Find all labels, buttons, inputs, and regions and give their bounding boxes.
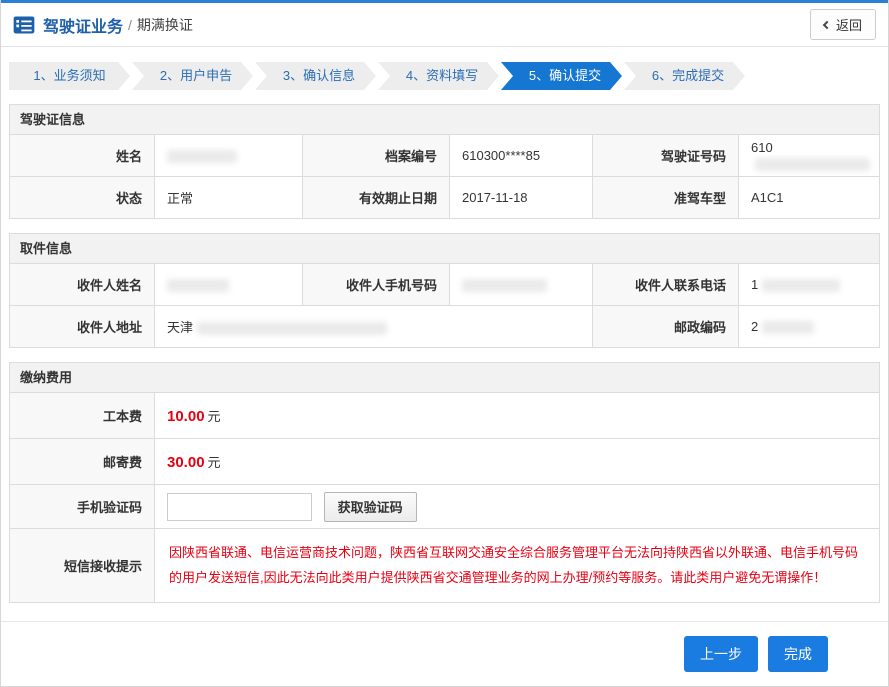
production-fee-amount: 10.00 <box>167 408 205 425</box>
section-license-info: 驾驶证信息 姓名 档案编号 610300****85 驾驶证号码 610 状态 … <box>9 104 880 219</box>
sms-notice-text: 因陕西省联通、电信运营商技术问题，陕西省互联网交通安全综合服务管理平台无法向持陕… <box>155 529 879 602</box>
back-button-label: 返回 <box>836 15 862 34</box>
table-row: 状态 正常 有效期止日期 2017-11-18 准驾车型 A1C1 <box>10 177 880 219</box>
section-pickup-info: 取件信息 收件人姓名 收件人手机号码 收件人联系电话 1 收件人地址 天津 邮政… <box>9 233 880 348</box>
recipient-phone-prefix: 1 <box>751 277 758 292</box>
expiry-label: 有效期止日期 <box>303 177 450 219</box>
expiry-value: 2017-11-18 <box>450 177 593 219</box>
step-6-complete-submit: 6、完成提交 <box>624 62 745 90</box>
get-code-button[interactable]: 获取验证码 <box>324 492 417 522</box>
postal-code-label: 邮政编码 <box>593 306 739 348</box>
step-3-confirm-info: 3、确认信息 <box>255 62 376 90</box>
step-4-fill-data: 4、资料填写 <box>378 62 499 90</box>
sms-notice-label: 短信接收提示 <box>10 529 155 603</box>
recipient-phone-value: 1 <box>739 264 880 306</box>
recipient-phone-label: 收件人联系电话 <box>593 264 739 306</box>
back-button[interactable]: 返回 <box>810 9 876 40</box>
vehicle-class-label: 准驾车型 <box>593 177 739 219</box>
table-row: 姓名 档案编号 610300****85 驾驶证号码 610 <box>10 135 880 177</box>
fees-title: 缴纳费用 <box>9 362 880 392</box>
mailing-fee-amount: 30.00 <box>167 454 205 471</box>
recipient-mobile-label: 收件人手机号码 <box>303 264 450 306</box>
postal-code-value: 2 <box>739 306 880 348</box>
production-fee-label: 工本费 <box>10 393 155 439</box>
page: 驾驶证业务 / 期满换证 返回 1、业务须知 2、用户申告 3、确认信息 4、资… <box>0 0 889 687</box>
redacted-value <box>197 322 387 335</box>
production-fee-value: 10.00元 <box>155 393 880 439</box>
pickup-info-table: 收件人姓名 收件人手机号码 收件人联系电话 1 收件人地址 天津 邮政编码 2 <box>9 263 880 348</box>
status-value: 正常 <box>155 177 303 219</box>
title-separator: / <box>128 17 132 33</box>
table-row: 收件人姓名 收件人手机号码 收件人联系电话 1 <box>10 264 880 306</box>
sms-code-input[interactable] <box>167 493 312 521</box>
license-number-prefix: 610 <box>751 140 773 155</box>
postal-code-prefix: 2 <box>751 319 758 334</box>
sms-code-cell: 获取验证码 <box>155 485 880 529</box>
finish-button[interactable]: 完成 <box>768 636 828 672</box>
header: 驾驶证业务 / 期满换证 返回 <box>1 3 888 47</box>
step-wizard: 1、业务须知 2、用户申告 3、确认信息 4、资料填写 5、确认提交 6、完成提… <box>9 62 880 90</box>
redacted-value <box>462 279 547 292</box>
previous-step-button[interactable]: 上一步 <box>684 636 758 672</box>
fees-table: 工本费 10.00元 邮寄费 30.00元 手机验证码 获取验证码 短信接收提 <box>9 392 880 603</box>
redacted-value <box>755 158 870 171</box>
currency-unit: 元 <box>208 409 221 424</box>
redacted-value <box>167 279 229 292</box>
license-number-value: 610 <box>739 135 880 177</box>
license-number-label: 驾驶证号码 <box>593 135 739 177</box>
file-number-value: 610300****85 <box>450 135 593 177</box>
license-info-table: 姓名 档案编号 610300****85 驾驶证号码 610 状态 正常 有效期… <box>9 134 880 219</box>
currency-unit: 元 <box>208 455 221 470</box>
table-row: 短信接收提示 因陕西省联通、电信运营商技术问题，陕西省互联网交通安全综合服务管理… <box>10 529 880 603</box>
table-row: 手机验证码 获取验证码 <box>10 485 880 529</box>
sms-code-label: 手机验证码 <box>10 485 155 529</box>
recipient-name-value <box>155 264 303 306</box>
step-5-confirm-submit: 5、确认提交 <box>501 62 622 90</box>
license-services-icon <box>13 16 35 34</box>
table-row: 收件人地址 天津 邮政编码 2 <box>10 306 880 348</box>
recipient-name-label: 收件人姓名 <box>10 264 155 306</box>
recipient-address-label: 收件人地址 <box>10 306 155 348</box>
table-row: 工本费 10.00元 <box>10 393 880 439</box>
name-value <box>155 135 303 177</box>
back-chevron-icon <box>823 20 831 28</box>
section-fees: 缴纳费用 工本费 10.00元 邮寄费 30.00元 手机验证码 <box>9 362 880 603</box>
file-number-label: 档案编号 <box>303 135 450 177</box>
redacted-value <box>762 321 814 334</box>
footer-actions: 上一步 完成 <box>1 621 888 672</box>
step-1-business-notice: 1、业务须知 <box>9 62 130 90</box>
recipient-mobile-value <box>450 264 593 306</box>
name-label: 姓名 <box>10 135 155 177</box>
mailing-fee-label: 邮寄费 <box>10 439 155 485</box>
step-2-user-declaration: 2、用户申告 <box>132 62 253 90</box>
pickup-info-title: 取件信息 <box>9 233 880 263</box>
recipient-address-prefix: 天津 <box>167 320 193 335</box>
redacted-value <box>167 150 237 163</box>
sms-notice-cell: 因陕西省联通、电信运营商技术问题，陕西省互联网交通安全综合服务管理平台无法向持陕… <box>155 529 880 603</box>
page-subtitle: 期满换证 <box>137 15 193 35</box>
license-info-title: 驾驶证信息 <box>9 104 880 134</box>
vehicle-class-value: A1C1 <box>739 177 880 219</box>
redacted-value <box>762 279 840 292</box>
recipient-address-value: 天津 <box>155 306 593 348</box>
mailing-fee-value: 30.00元 <box>155 439 880 485</box>
status-label: 状态 <box>10 177 155 219</box>
page-title: 驾驶证业务 <box>43 13 123 37</box>
table-row: 邮寄费 30.00元 <box>10 439 880 485</box>
